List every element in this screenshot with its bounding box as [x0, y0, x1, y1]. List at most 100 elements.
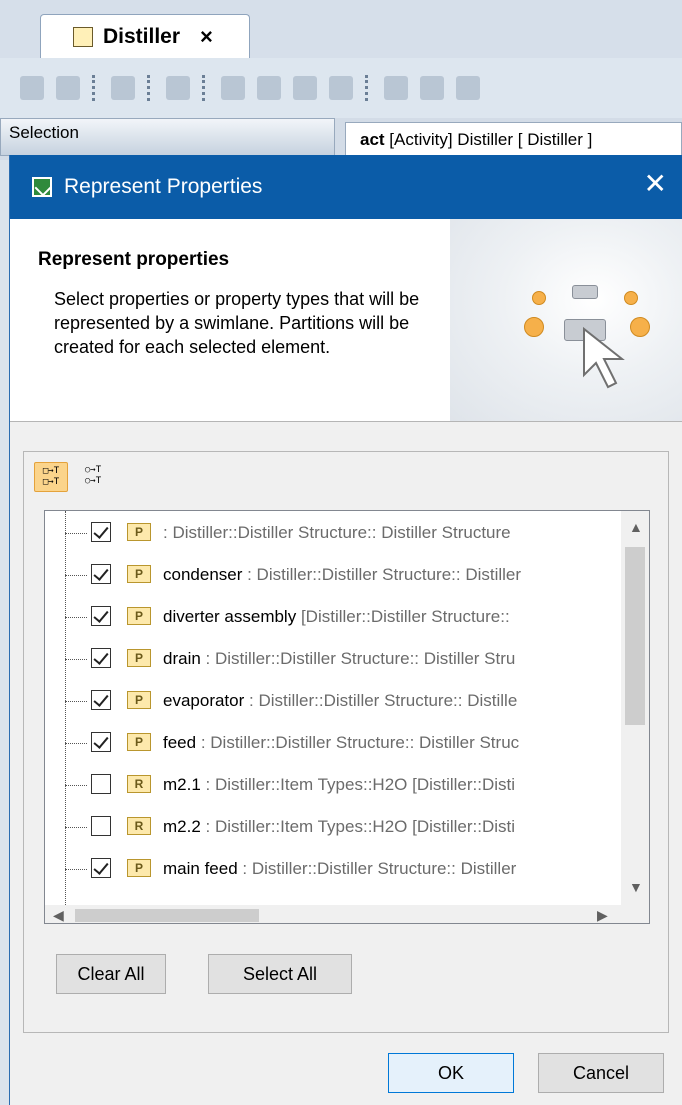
scroll-down-icon[interactable]: ▼	[629, 879, 643, 895]
tree-row[interactable]: Pdrain : Distiller::Distiller Structure:…	[45, 639, 621, 681]
clear-all-button[interactable]: Clear All	[56, 954, 166, 994]
property-type: : Distiller::Item Types::H2O [Distiller:…	[200, 775, 516, 794]
ok-button[interactable]: OK	[388, 1053, 514, 1093]
part-property-icon: P	[127, 649, 151, 667]
part-property-icon: P	[127, 733, 151, 751]
row-checkbox[interactable]	[91, 774, 111, 794]
toolbar-separator	[92, 75, 99, 101]
horizontal-scroll-thumb[interactable]	[75, 909, 259, 922]
tree-row[interactable]: Pfeed : Distiller::Distiller Structure::…	[45, 723, 621, 765]
close-tab-icon[interactable]: ×	[200, 24, 213, 50]
delete-icon[interactable]	[293, 76, 317, 100]
illustration-orb	[630, 317, 650, 337]
part-property-icon: P	[127, 565, 151, 583]
dialog-titlebar: Represent Properties ✕	[10, 155, 682, 219]
vertical-scroll-thumb[interactable]	[625, 547, 645, 725]
reference-property-icon: R	[127, 775, 151, 793]
property-name: evaporator	[163, 691, 245, 710]
row-text: : Distiller::Distiller Structure:: Disti…	[163, 523, 511, 543]
row-checkbox[interactable]	[91, 564, 111, 584]
tree-connector	[65, 827, 87, 828]
illustration-orb	[524, 317, 544, 337]
banner-heading: Represent properties	[38, 249, 230, 270]
select-all-button[interactable]: Select All	[208, 954, 352, 994]
paste-icon[interactable]	[257, 76, 281, 100]
tree-connector	[65, 785, 87, 786]
property-type: : Distiller::Distiller Structure:: Disti…	[163, 523, 511, 542]
forward-icon[interactable]	[56, 76, 80, 100]
reference-property-icon: R	[127, 817, 151, 835]
tree-connector	[65, 575, 87, 576]
property-name: m2.1	[163, 775, 201, 794]
row-checkbox[interactable]	[91, 816, 111, 836]
toolbar-separator	[365, 75, 372, 101]
property-name: condenser	[163, 565, 243, 584]
toolbar-separator	[147, 75, 154, 101]
diagram-kind: act	[360, 130, 385, 149]
tree-connector	[65, 617, 87, 618]
tree-row[interactable]: Pdiverter assembly [Distiller::Distiller…	[45, 597, 621, 639]
property-type: : Distiller::Distiller Structure:: Disti…	[244, 691, 518, 710]
part-property-icon: P	[127, 607, 151, 625]
copy-icon[interactable]	[221, 76, 245, 100]
tree-row[interactable]: Pmain feed : Distiller::Distiller Struct…	[45, 849, 621, 891]
part-property-icon: P	[127, 691, 151, 709]
row-checkbox[interactable]	[91, 648, 111, 668]
cursor-arrow-icon	[583, 326, 625, 389]
layout-icon[interactable]	[384, 76, 408, 100]
row-checkbox[interactable]	[91, 690, 111, 710]
back-icon[interactable]	[20, 76, 44, 100]
scroll-left-icon[interactable]: ◀	[53, 907, 64, 923]
property-name: main feed	[163, 859, 238, 878]
illustration-orb	[532, 291, 546, 305]
row-text: m2.2 : Distiller::Item Types::H2O [Disti…	[163, 817, 515, 837]
toolbar-separator	[202, 75, 209, 101]
tree-row[interactable]: Rm2.2 : Distiller::Item Types::H2O [Dist…	[45, 807, 621, 849]
path-icon[interactable]	[456, 76, 480, 100]
property-type: : Distiller::Item Types::H2O [Distiller:…	[200, 817, 516, 836]
row-checkbox[interactable]	[91, 732, 111, 752]
property-type: : Distiller::Distiller Structure:: Disti…	[237, 859, 517, 878]
tree-connector	[65, 743, 87, 744]
containment-icon[interactable]	[111, 76, 135, 100]
row-checkbox[interactable]	[91, 522, 111, 542]
tab-distiller[interactable]: Distiller ×	[40, 14, 250, 58]
selection-panel-header[interactable]: Selection	[0, 118, 335, 156]
represent-properties-dialog: Represent Properties ✕ Represent propert…	[9, 155, 682, 1105]
properties-panel: □→T □→T ○→T ○→T P : Distiller::Distiller…	[23, 451, 669, 1033]
tree-row[interactable]: Pevaporator : Distiller::Distiller Struc…	[45, 681, 621, 723]
row-text: feed : Distiller::Distiller Structure:: …	[163, 733, 519, 753]
properties-tree[interactable]: P : Distiller::Distiller Structure:: Dis…	[44, 510, 650, 924]
duplicate-icon[interactable]	[329, 76, 353, 100]
dialog-title: Represent Properties	[64, 175, 263, 198]
tree-row[interactable]: P : Distiller::Distiller Structure:: Dis…	[45, 513, 621, 555]
banner-description: Select properties or property types that…	[54, 289, 420, 357]
row-checkbox[interactable]	[91, 606, 111, 626]
property-name: drain	[163, 649, 201, 668]
tree-row[interactable]: Pcondenser : Distiller::Distiller Struct…	[45, 555, 621, 597]
represent-properties-mode-icon[interactable]: □→T □→T	[34, 462, 68, 492]
dialog-app-icon	[32, 177, 52, 197]
cancel-button[interactable]: Cancel	[538, 1053, 664, 1093]
row-text: condenser : Distiller::Distiller Structu…	[163, 565, 521, 585]
tab-label: Distiller	[103, 24, 181, 48]
scroll-right-icon[interactable]: ▶	[597, 907, 608, 923]
tree-connector	[65, 869, 87, 870]
close-icon[interactable]: ✕	[644, 169, 667, 199]
tree-connector	[65, 701, 87, 702]
tree-row[interactable]: Rm2.1 : Distiller::Item Types::H2O [Dist…	[45, 765, 621, 807]
tree-connector	[65, 533, 87, 534]
editor-tab-strip: Distiller ×	[0, 0, 682, 59]
edit-icon[interactable]	[166, 76, 190, 100]
property-name: diverter assembly	[163, 607, 297, 626]
property-type: : Distiller::Distiller Structure:: Disti…	[196, 733, 520, 752]
represent-types-mode-icon[interactable]: ○→T ○→T	[76, 462, 110, 492]
tree-connector	[65, 659, 87, 660]
illustration-orb	[624, 291, 638, 305]
scroll-up-icon[interactable]: ▲	[629, 519, 643, 535]
property-type: : Distiller::Distiller Structure:: Disti…	[242, 565, 522, 584]
row-checkbox[interactable]	[91, 858, 111, 878]
part-property-icon: P	[127, 523, 151, 541]
dialog-banner: Represent properties Select properties o…	[10, 219, 682, 422]
align-icon[interactable]	[420, 76, 444, 100]
